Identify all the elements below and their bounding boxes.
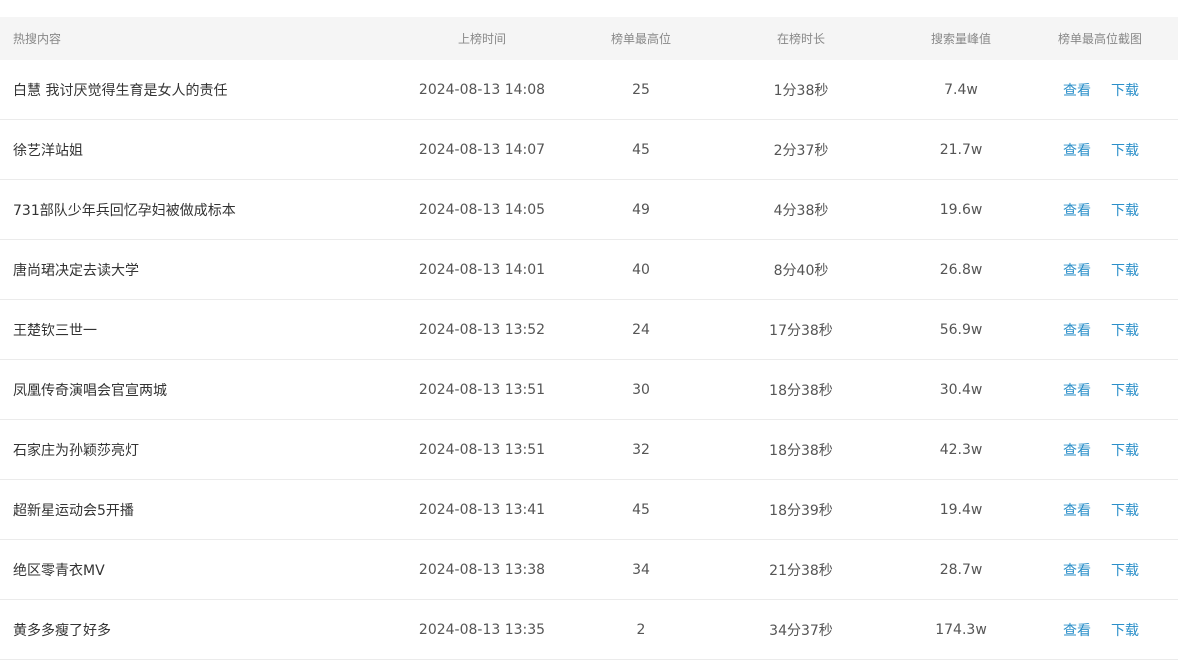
table-row: 凤凰传奇演唱会官宣两城 2024-08-13 13:51 30 18分38秒 3… [0, 360, 1178, 420]
table-row: 超新星运动会5开播 2024-08-13 13:41 45 18分39秒 19.… [0, 480, 1178, 540]
download-link[interactable]: 下载 [1111, 380, 1139, 400]
row-peak: 56.9w [939, 321, 983, 338]
download-link[interactable]: 下载 [1111, 500, 1139, 520]
row-title: 绝区零青衣MV [13, 562, 105, 579]
download-link[interactable]: 下载 [1111, 80, 1139, 100]
view-link[interactable]: 查看 [1063, 560, 1091, 580]
row-duration: 1分38秒 [773, 82, 829, 99]
row-actions: 查看 下载 [1036, 440, 1178, 460]
row-time: 2024-08-13 14:05 [418, 201, 546, 218]
download-link[interactable]: 下载 [1111, 260, 1139, 280]
hot-search-table: 热搜内容 上榜时间 榜单最高位 在榜时长 搜索量峰值 榜单最高位截图 白慧 我讨… [0, 17, 1178, 660]
column-header-time[interactable]: 上榜时间 [398, 30, 566, 47]
row-peak: 7.4w [944, 81, 978, 98]
row-title: 石家庄为孙颖莎亮灯 [13, 442, 139, 459]
view-link[interactable]: 查看 [1063, 500, 1091, 520]
row-time: 2024-08-13 13:51 [418, 381, 546, 398]
row-time: 2024-08-13 13:41 [418, 501, 546, 518]
row-title: 唐尚珺决定去读大学 [13, 262, 139, 279]
row-rank: 2 [636, 621, 646, 638]
view-link[interactable]: 查看 [1063, 620, 1091, 640]
table-row: 白慧 我讨厌觉得生育是女人的责任 2024-08-13 14:08 25 1分3… [0, 60, 1178, 120]
row-rank: 25 [632, 81, 650, 98]
row-peak: 42.3w [939, 441, 983, 458]
table-row: 黄多多瘦了好多 2024-08-13 13:35 2 34分37秒 174.3w… [0, 600, 1178, 660]
row-rank: 49 [632, 201, 650, 218]
row-actions: 查看 下载 [1036, 620, 1178, 640]
column-header-title[interactable]: 热搜内容 [0, 30, 398, 47]
row-title: 黄多多瘦了好多 [13, 622, 111, 639]
row-title: 王楚钦三世一 [13, 322, 97, 339]
row-actions: 查看 下载 [1036, 320, 1178, 340]
row-actions: 查看 下载 [1036, 80, 1178, 100]
row-time: 2024-08-13 13:35 [418, 621, 546, 638]
row-duration: 2分37秒 [773, 142, 829, 159]
download-link[interactable]: 下载 [1111, 140, 1139, 160]
download-link[interactable]: 下载 [1111, 320, 1139, 340]
table-row: 绝区零青衣MV 2024-08-13 13:38 34 21分38秒 28.7w… [0, 540, 1178, 600]
row-title: 731部队少年兵回忆孕妇被做成标本 [13, 202, 236, 219]
column-header-peak[interactable]: 搜索量峰值 [886, 30, 1036, 47]
row-rank: 45 [632, 501, 650, 518]
column-header-screenshot: 榜单最高位截图 [1058, 32, 1143, 46]
row-actions: 查看 下载 [1036, 380, 1178, 400]
row-title: 凤凰传奇演唱会官宣两城 [13, 382, 167, 399]
row-time: 2024-08-13 13:38 [418, 561, 546, 578]
row-duration: 17分38秒 [769, 322, 833, 339]
row-time: 2024-08-13 14:07 [418, 141, 546, 158]
table-row: 731部队少年兵回忆孕妇被做成标本 2024-08-13 14:05 49 4分… [0, 180, 1178, 240]
row-duration: 18分38秒 [769, 382, 833, 399]
view-link[interactable]: 查看 [1063, 440, 1091, 460]
row-duration: 18分38秒 [769, 442, 833, 459]
download-link[interactable]: 下载 [1111, 200, 1139, 220]
view-link[interactable]: 查看 [1063, 200, 1091, 220]
row-actions: 查看 下载 [1036, 140, 1178, 160]
row-peak: 21.7w [939, 141, 983, 158]
download-link[interactable]: 下载 [1111, 440, 1139, 460]
column-header-duration[interactable]: 在榜时长 [716, 30, 886, 47]
row-title: 白慧 我讨厌觉得生育是女人的责任 [13, 82, 228, 99]
row-actions: 查看 下载 [1036, 260, 1178, 280]
view-link[interactable]: 查看 [1063, 320, 1091, 340]
table-row: 石家庄为孙颖莎亮灯 2024-08-13 13:51 32 18分38秒 42.… [0, 420, 1178, 480]
download-link[interactable]: 下载 [1111, 620, 1139, 640]
table-header: 热搜内容 上榜时间 榜单最高位 在榜时长 搜索量峰值 榜单最高位截图 [0, 17, 1178, 60]
row-actions: 查看 下载 [1036, 560, 1178, 580]
row-peak: 19.6w [939, 201, 983, 218]
row-duration: 18分39秒 [769, 502, 833, 519]
column-header-rank[interactable]: 榜单最高位 [566, 30, 716, 47]
row-peak: 19.4w [939, 501, 983, 518]
view-link[interactable]: 查看 [1063, 140, 1091, 160]
row-peak: 30.4w [939, 381, 983, 398]
row-title: 徐艺洋站姐 [13, 142, 83, 159]
table-row: 徐艺洋站姐 2024-08-13 14:07 45 2分37秒 21.7w 查看… [0, 120, 1178, 180]
row-time: 2024-08-13 14:08 [418, 81, 546, 98]
view-link[interactable]: 查看 [1063, 80, 1091, 100]
row-rank: 32 [632, 441, 650, 458]
view-link[interactable]: 查看 [1063, 260, 1091, 280]
row-actions: 查看 下载 [1036, 500, 1178, 520]
row-rank: 24 [632, 321, 650, 338]
row-rank: 30 [632, 381, 650, 398]
row-time: 2024-08-13 14:01 [418, 261, 546, 278]
download-link[interactable]: 下载 [1111, 560, 1139, 580]
table-row: 唐尚珺决定去读大学 2024-08-13 14:01 40 8分40秒 26.8… [0, 240, 1178, 300]
row-peak: 26.8w [939, 261, 983, 278]
row-duration: 34分37秒 [769, 622, 833, 639]
row-time: 2024-08-13 13:51 [418, 441, 546, 458]
row-peak: 174.3w [935, 621, 987, 638]
table-row: 王楚钦三世一 2024-08-13 13:52 24 17分38秒 56.9w … [0, 300, 1178, 360]
row-time: 2024-08-13 13:52 [418, 321, 546, 338]
row-rank: 45 [632, 141, 650, 158]
row-title: 超新星运动会5开播 [13, 502, 134, 519]
row-actions: 查看 下载 [1036, 200, 1178, 220]
row-duration: 4分38秒 [773, 202, 829, 219]
row-duration: 21分38秒 [769, 562, 833, 579]
row-rank: 40 [632, 261, 650, 278]
row-peak: 28.7w [939, 561, 983, 578]
row-rank: 34 [632, 561, 650, 578]
view-link[interactable]: 查看 [1063, 380, 1091, 400]
row-duration: 8分40秒 [773, 262, 829, 279]
